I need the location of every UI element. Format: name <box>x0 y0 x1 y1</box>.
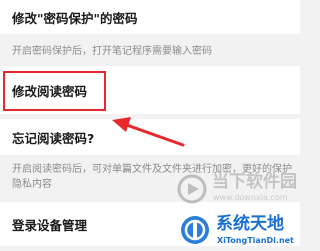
change-protection-password-label: 修改"密码保护"的密码 <box>12 10 138 26</box>
protection-password-description: 开启密码保护后，打开笔记程序需要输入密码 <box>12 46 212 57</box>
forgot-reading-password-item[interactable]: 忘记阅读密码? <box>0 119 300 155</box>
highlight-box <box>3 71 106 111</box>
login-device-management-label: 登录设备管理 <box>12 217 88 233</box>
change-protection-password-item[interactable]: 修改"密码保护"的密码 <box>0 0 300 34</box>
reading-password-description: 开启阅读密码后，可对单篇文件及文件夹进行加密，更好的保护隐私内容 <box>12 164 292 190</box>
login-device-management-item[interactable]: 登录设备管理 <box>0 202 300 246</box>
forgot-reading-password-label: 忘记阅读密码? <box>12 130 95 146</box>
